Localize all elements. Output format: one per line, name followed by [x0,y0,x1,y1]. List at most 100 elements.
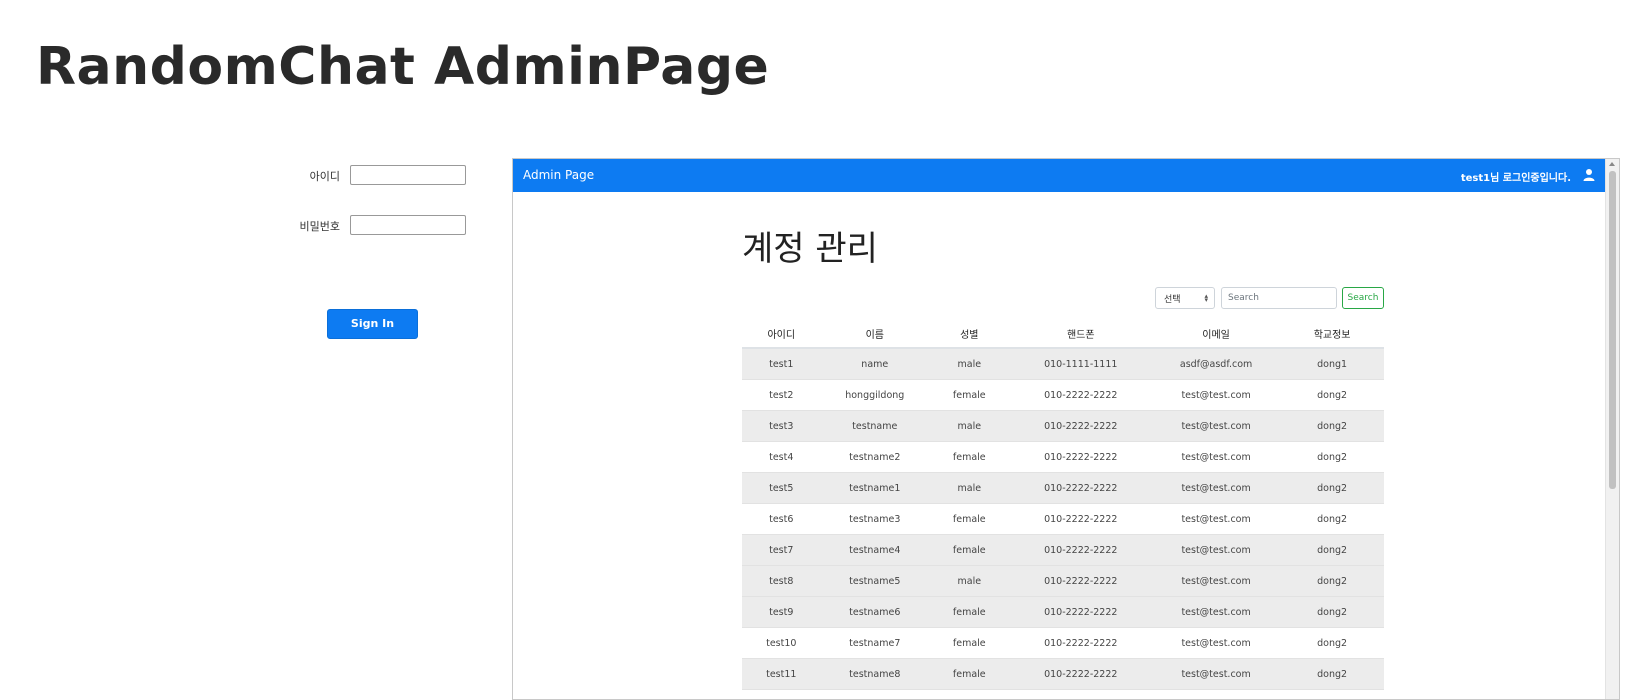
table-cell: test10 [742,627,821,659]
table-row[interactable]: test12testname9male010-2222-2222test@tes… [742,689,1384,699]
users-table: 아이디 이름 성별 핸드폰 이메일 학교정보 test1 name male 010-… [742,319,1384,699]
filter-select[interactable]: 선택 ▴ ▾ [1155,287,1215,309]
table-cell: dong2 [1280,503,1384,535]
table-cell: female [929,503,1010,535]
password-label: 비밀번호 [299,220,340,233]
navbar-brand[interactable]: Admin Page [523,168,594,182]
table-cell: test@test.com [1151,410,1281,442]
table-cell: dong2 [1280,441,1384,473]
table-cell: male [929,689,1010,699]
column-header: 핸드폰 [1009,319,1152,349]
table-cell: 010-2222-2222 [1009,689,1152,699]
table-cell: dong2 [1280,627,1384,659]
table-cell: test5 [742,472,821,504]
table-cell: testname3 [820,503,930,535]
table-cell: test@test.com [1151,472,1281,504]
login-password-row: 비밀번호 [250,215,480,237]
table-cell: dong2 [1280,596,1384,628]
table-cell: test@test.com [1151,658,1281,690]
table-cell: test4 [742,441,821,473]
page-title: RandomChat AdminPage [36,37,770,97]
column-header: 이름 [820,319,930,349]
table-cell: test2 [742,379,821,411]
table-row[interactable]: test11 testname8 female 010-2222-2222 test@t… [742,658,1384,690]
table-cell: 010-2222-2222 [1009,627,1152,659]
table-cell: 010-2222-2222 [1009,658,1152,690]
table-cell: female [929,658,1010,690]
table-cell: dong2 [1280,658,1384,690]
column-header: 이메일 [1151,319,1281,349]
table-cell: dong2 [1280,565,1384,597]
table-cell: 010-2222-2222 [1009,472,1152,504]
table-cell: female [929,441,1010,473]
table-row[interactable]: test1 name male 010-1111-1111 asdf@asdf.com d… [742,347,1384,380]
table-cell: test1 [742,347,821,380]
table-cell: test11 [742,658,821,690]
table-cell: male [929,410,1010,442]
table-row[interactable]: test3 testname male 010-2222-2222 test@test.… [742,410,1384,442]
table-row[interactable]: test9 testname6 female 010-2222-2222 test@te… [742,596,1384,628]
table-body: test1 name male 010-1111-1111 asdf@asdf.com d… [742,347,1384,699]
column-header: 성별 [929,319,1010,349]
table-cell: 010-2222-2222 [1009,596,1152,628]
table-cell: test@test.com [1151,503,1281,535]
table-row[interactable]: test7 testname4 female 010-2222-2222 test@te… [742,534,1384,566]
table-cell: test@test.com [1151,689,1281,699]
user-icon[interactable] [1583,168,1595,182]
table-cell: asdf@asdf.com [1151,347,1281,380]
table-cell: test7 [742,534,821,566]
table-row[interactable]: test5 testname1 male 010-2222-2222 test@test… [742,472,1384,504]
table-row[interactable]: test8 testname5 male 010-2222-2222 test@test… [742,565,1384,597]
table-cell: testname9 [820,689,930,699]
column-header: 학교정보 [1280,319,1384,349]
table-cell: dong2 [1280,472,1384,504]
table-cell: 010-2222-2222 [1009,565,1152,597]
scroll-up-icon[interactable] [1609,162,1615,166]
table-cell: test@test.com [1151,627,1281,659]
table-cell: 010-2222-2222 [1009,441,1152,473]
table-cell: female [929,379,1010,411]
table-row[interactable]: test2 honggildong female 010-2222-2222 test@… [742,379,1384,411]
table-cell: testname [820,410,930,442]
search-placeholder: Search [1228,293,1259,303]
table-cell: test8 [742,565,821,597]
table-cell: 010-2222-2222 [1009,503,1152,535]
table-cell: dong2 [1280,379,1384,411]
table-cell: test9 [742,596,821,628]
table-cell: testname5 [820,565,930,597]
table-cell: test@test.com [1151,565,1281,597]
scroll-thumb[interactable] [1609,171,1616,489]
scrollbar[interactable] [1605,159,1619,699]
table-cell: test@test.com [1151,441,1281,473]
table-cell: test12 [742,689,821,699]
password-input[interactable] [350,215,466,235]
table-cell: dong2 [1280,410,1384,442]
table-cell: test@test.com [1151,596,1281,628]
search-button[interactable]: Search [1342,287,1384,309]
table-cell: dong1 [1280,347,1384,380]
id-input[interactable] [350,165,466,185]
table-cell: dong2 [1280,534,1384,566]
table-cell: testname4 [820,534,930,566]
table-row[interactable]: test4 testname2 female 010-2222-2222 test@te… [742,441,1384,473]
navbar: Admin Page test1님 로그인중입니다. [513,159,1607,192]
table-cell: testname1 [820,472,930,504]
table-cell: honggildong [820,379,930,411]
table-cell: testname6 [820,596,930,628]
table-cell: 010-2222-2222 [1009,379,1152,411]
table-cell: test@test.com [1151,379,1281,411]
select-arrows-icon: ▴ ▾ [1204,292,1208,304]
admin-page-frame: Admin Page test1님 로그인중입니다. 계정 관리 선택 ▴ ▾ S… [512,158,1620,700]
table-cell: male [929,565,1010,597]
search-input[interactable]: Search [1221,287,1337,309]
login-status-text: test1님 로그인중입니다. [1460,173,1571,184]
table-header-row: 아이디 이름 성별 핸드폰 이메일 학교정보 [742,319,1384,349]
sign-in-button[interactable]: Sign In [327,309,418,339]
table-row[interactable]: test10 testname7 female 010-2222-2222 test@t… [742,627,1384,659]
table-row[interactable]: test6 testname3 female 010-2222-2222 test@te… [742,503,1384,535]
id-label: 아이디 [309,170,340,183]
table-cell: testname7 [820,627,930,659]
table-cell: dong2 [1280,689,1384,699]
table-cell: testname2 [820,441,930,473]
table-cell: name [820,347,930,380]
